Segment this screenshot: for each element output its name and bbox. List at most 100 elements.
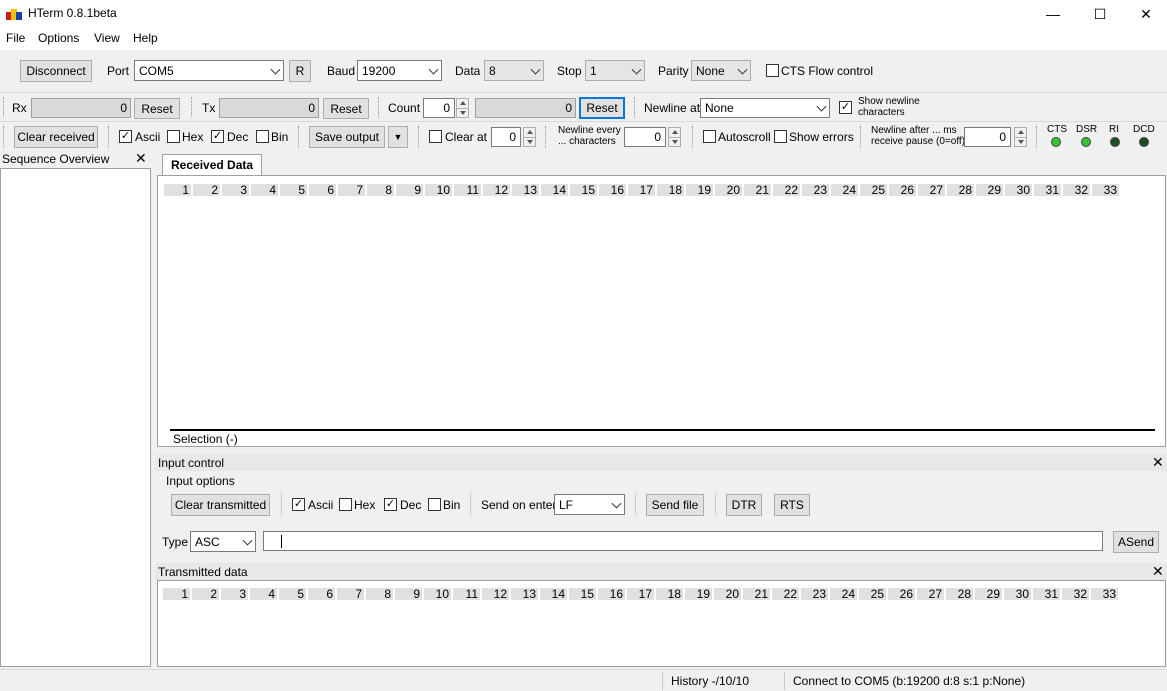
rx-label: Rx	[12, 101, 27, 115]
input-control-header: Input control ✕	[155, 454, 1167, 471]
parity-select[interactable]: None	[691, 60, 751, 81]
tx-dec-checkbox[interactable]: ✓	[384, 498, 397, 511]
baud-select[interactable]: 19200	[357, 60, 442, 81]
transmitted-ruler-cell: 32	[1062, 588, 1089, 600]
maximize-button[interactable]: ☐	[1077, 0, 1123, 28]
menu-help[interactable]: Help	[133, 31, 158, 45]
clear-at-spinner[interactable]	[523, 127, 536, 147]
minimize-button[interactable]: —	[1030, 0, 1076, 28]
close-window-button[interactable]: ✕	[1123, 0, 1167, 28]
rx-ascii-checkbox[interactable]: ✓	[119, 130, 132, 143]
transmitted-ruler-cell: 28	[946, 588, 973, 600]
rts-button[interactable]: RTS	[774, 494, 810, 516]
input-type-select[interactable]: ASC	[190, 531, 256, 552]
transmitted-ruler-cell: 7	[337, 588, 364, 600]
count-input[interactable]: 0	[423, 98, 455, 118]
received-ruler-cell: 11	[454, 184, 481, 196]
clear-at-checkbox[interactable]	[429, 130, 442, 143]
cts-signal-label: CTS	[1047, 124, 1067, 135]
transmitted-ruler-cell: 17	[627, 588, 654, 600]
received-ruler-cell: 31	[1034, 184, 1061, 196]
newline-at-select[interactable]: None	[700, 98, 830, 118]
toolbar-grip[interactable]	[860, 126, 862, 148]
newline-after-spinner[interactable]	[1014, 127, 1027, 147]
save-output-button[interactable]: Save output	[309, 126, 385, 148]
ri-led-icon	[1110, 137, 1120, 147]
toolbar-grip[interactable]	[3, 97, 5, 117]
show-newline-checkbox[interactable]: ✓	[839, 101, 852, 114]
received-ruler-cell: 21	[744, 184, 771, 196]
clear-received-button[interactable]: Clear received	[14, 126, 98, 148]
send-file-button[interactable]: Send file	[646, 494, 704, 516]
menu-options[interactable]: Options	[38, 31, 79, 45]
data-bits-select[interactable]: 8	[484, 60, 544, 81]
toolbar-grip[interactable]	[692, 126, 694, 148]
send-input[interactable]	[263, 531, 1103, 551]
count-reset-button[interactable]: Reset	[579, 97, 625, 119]
close-icon[interactable]: ✕	[1152, 454, 1164, 471]
rx-bin-checkbox[interactable]	[256, 130, 269, 143]
received-ruler-cell: 20	[715, 184, 742, 196]
newline-after-input[interactable]: 0	[964, 127, 1011, 147]
newline-every-input[interactable]: 0	[624, 127, 666, 147]
tx-ascii-label: Ascii	[308, 498, 334, 512]
toolbar-grip[interactable]	[378, 97, 380, 117]
window-title: HTerm 0.8.1beta	[28, 6, 117, 20]
toolbar-grip[interactable]	[545, 126, 547, 148]
tab-received-data[interactable]: Received Data	[162, 154, 263, 175]
tx-bin-label: Bin	[443, 498, 461, 512]
send-on-enter-select[interactable]: LF	[554, 494, 625, 515]
transmitted-data-panel[interactable]: 1 2 3 4 5 6 7 8 9 10 11 12 13 14 15 16 17 18 19 20 21 22 23 24 2…	[157, 580, 1166, 667]
tx-hex-checkbox[interactable]	[339, 498, 352, 511]
input-type-value: ASC	[195, 534, 220, 549]
parity-label: Parity	[658, 64, 689, 78]
received-ruler-cell: 29	[976, 184, 1003, 196]
count-spinner[interactable]	[456, 98, 469, 118]
received-ruler-cell: 19	[686, 184, 713, 196]
received-data-panel[interactable]: 1 2 3 4 5 6 7 8 9 10 11 12 13 14 15 16 17 18 19 20 21 22 23 24 2…	[157, 175, 1166, 447]
toolbar-grip[interactable]	[108, 126, 110, 148]
newline-every-label-line1: Newline every	[558, 125, 621, 136]
cts-flow-checkbox[interactable]	[766, 64, 779, 77]
send-on-enter-value: LF	[559, 497, 574, 512]
toolbar-grip[interactable]	[1036, 126, 1038, 148]
toolbar-grip[interactable]	[191, 97, 193, 117]
sequence-overview-list[interactable]	[0, 168, 151, 667]
toolbar-grip[interactable]	[634, 97, 636, 117]
autoscroll-checkbox[interactable]	[703, 130, 716, 143]
received-ruler-cell: 27	[918, 184, 945, 196]
disconnect-button[interactable]: Disconnect	[20, 60, 92, 82]
rx-hex-checkbox[interactable]	[167, 130, 180, 143]
asend-button[interactable]: ASend	[1113, 531, 1159, 553]
newline-every-spinner[interactable]	[668, 127, 681, 147]
dtr-button[interactable]: DTR	[726, 494, 762, 516]
stop-bits-select[interactable]: 1	[585, 60, 645, 81]
display-toolbar: Clear received ✓ Ascii Hex ✓ Dec Bin Sav…	[0, 121, 1167, 151]
transmitted-ruler-cell: 15	[569, 588, 596, 600]
rx-reset-button[interactable]: Reset	[134, 98, 180, 119]
refresh-ports-button[interactable]: R	[289, 60, 311, 82]
close-icon[interactable]: ✕	[135, 150, 147, 167]
received-ruler-cell: 5	[280, 184, 307, 196]
clear-transmitted-button[interactable]: Clear transmitted	[171, 494, 270, 516]
menu-view[interactable]: View	[94, 31, 120, 45]
tx-reset-button[interactable]: Reset	[323, 98, 369, 119]
clear-at-input[interactable]: 0	[491, 127, 521, 147]
save-output-dropdown[interactable]: ▼	[388, 126, 408, 148]
newline-after-label-line1: Newline after ... ms	[871, 125, 957, 136]
port-select[interactable]: COM5	[134, 60, 284, 81]
autoscroll-label: Autoscroll	[718, 130, 771, 144]
input-control-title: Input control	[158, 456, 225, 470]
chevron-down-icon	[631, 64, 642, 75]
received-ruler-cell: 26	[889, 184, 916, 196]
toolbar-grip[interactable]	[418, 126, 420, 148]
rx-dec-checkbox[interactable]: ✓	[211, 130, 224, 143]
menu-file[interactable]: File	[6, 31, 25, 45]
text-cursor	[281, 535, 282, 548]
show-errors-checkbox[interactable]	[774, 130, 787, 143]
toolbar-grip[interactable]	[3, 126, 5, 148]
close-icon[interactable]: ✕	[1152, 563, 1164, 580]
tx-bin-checkbox[interactable]	[428, 498, 441, 511]
toolbar-grip[interactable]	[298, 126, 300, 148]
tx-ascii-checkbox[interactable]: ✓	[292, 498, 305, 511]
